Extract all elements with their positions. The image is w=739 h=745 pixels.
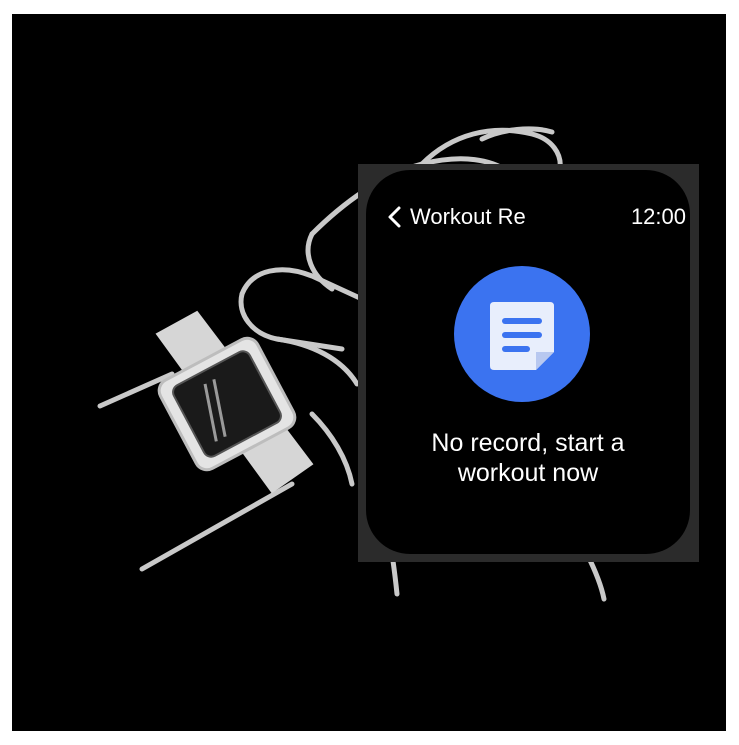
status-bar: Workout Re 12:00 (386, 200, 686, 234)
screen-title: Workout Re (410, 204, 526, 229)
empty-message-line-1: No record, start a (431, 429, 625, 457)
document-icon (454, 266, 590, 402)
app-screenshot: Workout Re 12:00 No record, start a work… (12, 14, 726, 731)
empty-message-line-2: workout now (457, 459, 599, 487)
arm-lower-line (139, 481, 295, 572)
watch-screen: Workout Re 12:00 No record, start a work… (366, 170, 690, 554)
watch-screen-frame: Workout Re 12:00 No record, start a work… (358, 164, 699, 562)
clock-time: 12:00 (630, 204, 686, 229)
chevron-left-icon (388, 206, 401, 228)
empty-state-message: No record, start a workout now (366, 428, 690, 488)
back-button[interactable]: Workout Re (386, 200, 526, 234)
